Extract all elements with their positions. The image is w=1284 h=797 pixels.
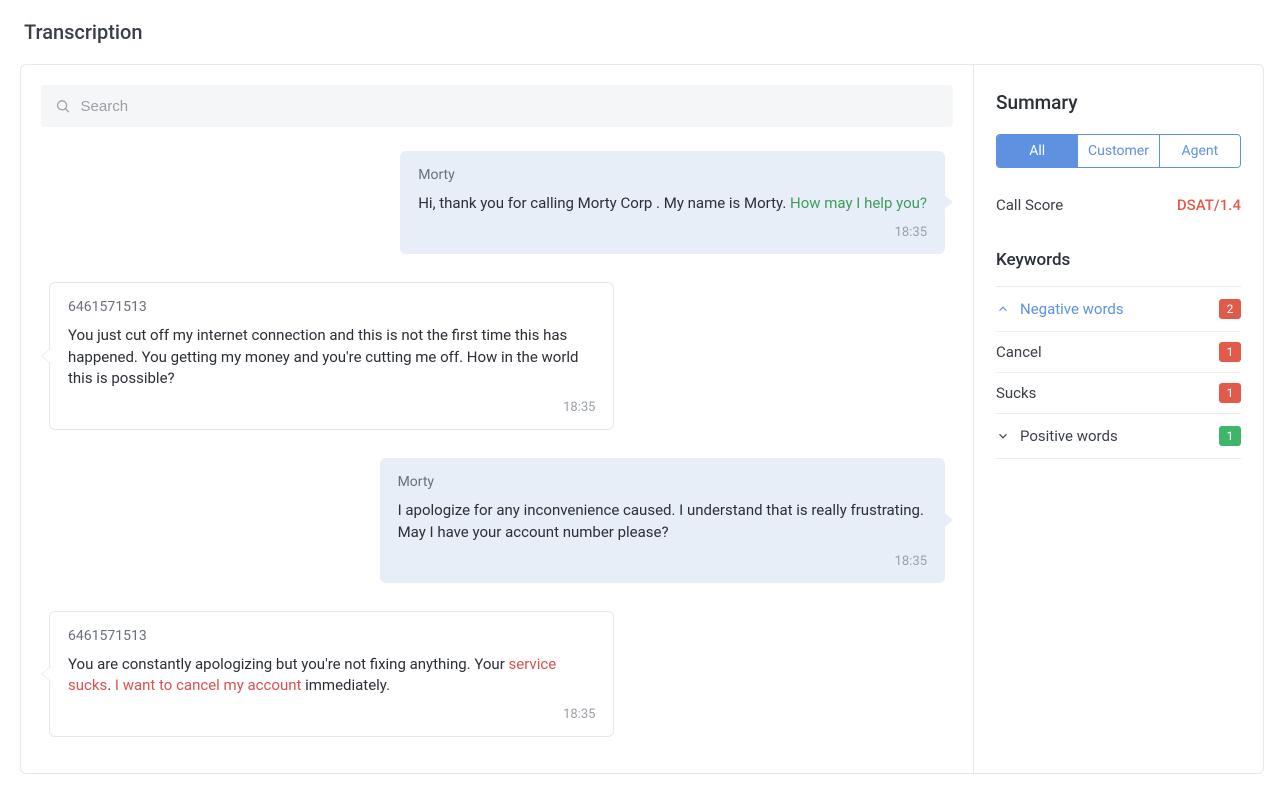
- keyword-items: Cancel 1 Sucks 1: [996, 331, 1241, 413]
- text-segment: .: [107, 676, 115, 694]
- keyword-item[interactable]: Sucks 1: [996, 372, 1241, 413]
- customer-bubble: 6461571513 You just cut off my internet c…: [49, 282, 614, 430]
- search-icon: [55, 98, 71, 114]
- keyword-group-name: Negative words: [1020, 300, 1209, 318]
- message-text: Hi, thank you for calling Morty Corp . M…: [418, 193, 927, 215]
- keyword-item-count: 1: [1219, 383, 1241, 403]
- keywords-title: Keywords: [996, 250, 1241, 270]
- message-row: 6461571513 You just cut off my internet c…: [41, 282, 953, 430]
- agent-bubble: Morty I apologize for any inconvenience c…: [380, 458, 945, 583]
- positive-highlight: How may I help you?: [790, 194, 927, 212]
- message-time: 18:35: [68, 707, 595, 722]
- message-row: Morty Hi, thank you for calling Morty Cor…: [41, 151, 953, 254]
- tab-customer[interactable]: Customer: [1077, 135, 1158, 167]
- search-box[interactable]: [41, 85, 953, 127]
- message-row: 6461571513 You are constantly apologizing…: [41, 611, 953, 738]
- speaker-name: Morty: [418, 167, 927, 183]
- text-segment: You just cut off my internet connection …: [68, 326, 579, 388]
- keyword-group-header[interactable]: Positive words 1: [996, 414, 1241, 458]
- tab-all[interactable]: All: [997, 135, 1077, 167]
- keyword-group: Positive words 1: [996, 413, 1241, 459]
- keyword-group: Negative words 2 Cancel 1 Sucks 1: [996, 286, 1241, 413]
- customer-bubble: 6461571513 You are constantly apologizing…: [49, 611, 614, 738]
- chevron-up-icon: [996, 302, 1010, 316]
- agent-bubble: Morty Hi, thank you for calling Morty Cor…: [400, 151, 945, 254]
- keyword-word: Sucks: [996, 384, 1036, 402]
- call-score-label: Call Score: [996, 196, 1063, 214]
- summary-column: Summary AllCustomerAgent Call Score DSAT…: [973, 65, 1263, 773]
- search-input[interactable]: [81, 98, 939, 115]
- keyword-item-count: 1: [1219, 342, 1241, 362]
- message-time: 18:35: [68, 400, 595, 415]
- text-segment: Hi, thank you for calling Morty Corp . M…: [418, 194, 790, 212]
- text-segment: I apologize for any inconvenience caused…: [398, 501, 924, 541]
- page-title: Transcription: [24, 20, 1264, 44]
- message-text: I apologize for any inconvenience caused…: [398, 500, 927, 544]
- summary-title: Summary: [996, 91, 1241, 114]
- text-segment: immediately.: [301, 676, 390, 694]
- call-score-row: Call Score DSAT/1.4: [996, 196, 1241, 214]
- message-time: 18:35: [398, 554, 927, 569]
- message-text: You just cut off my internet connection …: [68, 325, 595, 390]
- keyword-groups: Negative words2Cancel1Sucks1Positive wor…: [996, 286, 1241, 459]
- keyword-count-badge: 2: [1219, 299, 1241, 319]
- tab-agent[interactable]: Agent: [1159, 135, 1240, 167]
- message-time: 18:35: [418, 225, 927, 240]
- message-row: Morty I apologize for any inconvenience c…: [41, 458, 953, 583]
- negative-highlight: I want to cancel my account: [115, 676, 302, 694]
- speaker-name: 6461571513: [68, 299, 595, 315]
- chevron-down-icon: [996, 429, 1010, 443]
- keyword-word: Cancel: [996, 343, 1042, 361]
- call-score-value: DSAT/1.4: [1177, 196, 1241, 214]
- keyword-count-badge: 1: [1219, 426, 1241, 446]
- message-text: You are constantly apologizing but you'r…: [68, 654, 595, 698]
- transcript-column: Morty Hi, thank you for calling Morty Cor…: [21, 65, 973, 773]
- keyword-group-name: Positive words: [1020, 427, 1209, 445]
- transcription-panel: Morty Hi, thank you for calling Morty Cor…: [20, 64, 1264, 774]
- keyword-group-header[interactable]: Negative words 2: [996, 287, 1241, 331]
- text-segment: You are constantly apologizing but you'r…: [68, 655, 509, 673]
- summary-tabs: AllCustomerAgent: [996, 134, 1241, 168]
- message-list: Morty Hi, thank you for calling Morty Cor…: [41, 151, 953, 737]
- keyword-item[interactable]: Cancel 1: [996, 332, 1241, 372]
- speaker-name: Morty: [398, 474, 927, 490]
- speaker-name: 6461571513: [68, 628, 595, 644]
